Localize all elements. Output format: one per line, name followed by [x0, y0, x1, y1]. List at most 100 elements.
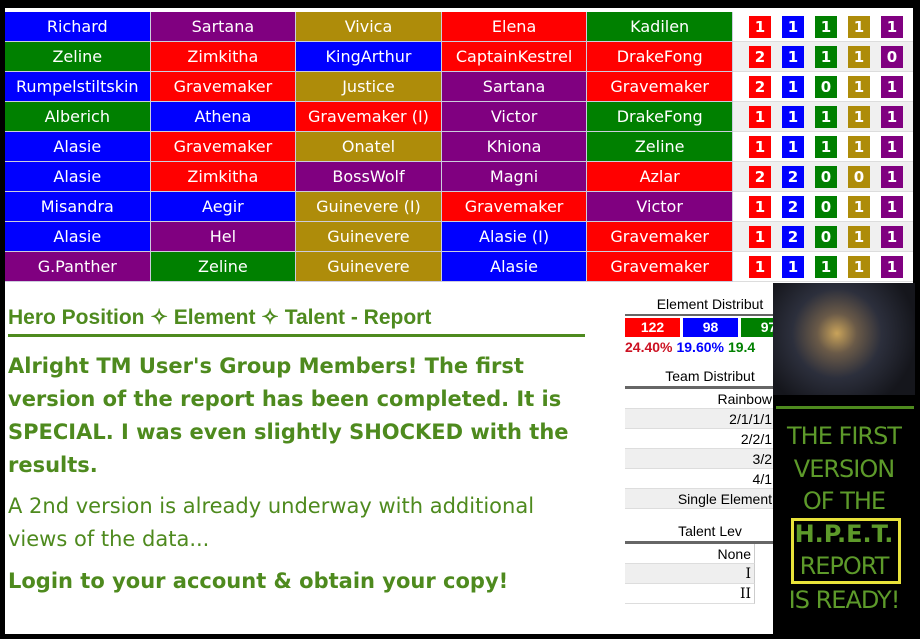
- hero-cell: Kadilen: [587, 12, 733, 41]
- element-count-badge: 1: [881, 105, 903, 128]
- team-row: Richard Sartana Vivica Elena Kadilen: [5, 12, 733, 42]
- element-count-badge: 1: [749, 225, 771, 248]
- element-count-badge: 1: [782, 15, 804, 38]
- element-count-badge: 1: [881, 255, 903, 278]
- hero-cell: KingArthur: [296, 42, 442, 71]
- promo-line: OF THE: [802, 487, 886, 515]
- element-total-box: 98: [683, 318, 738, 337]
- count-row: 11111: [733, 132, 913, 162]
- table-row: Single Element: [625, 489, 775, 509]
- element-count-badge: 1: [881, 135, 903, 158]
- element-count-badge: 0: [815, 75, 837, 98]
- hero-cell: Justice: [296, 72, 442, 101]
- element-count-badge: 1: [782, 45, 804, 68]
- element-count-badge: 1: [848, 15, 870, 38]
- table-row: 4/1: [625, 469, 775, 489]
- intro-paragraph: Alright TM User's Group Members! The fir…: [8, 354, 569, 477]
- table-row: 2/2/1: [625, 429, 775, 449]
- element-count-badge: 1: [782, 135, 804, 158]
- element-count-badge: 1: [782, 255, 804, 278]
- promo-line: IS READY!: [788, 586, 901, 614]
- hero-cell: Gravemaker: [150, 72, 297, 101]
- element-count-badge: 1: [881, 225, 903, 248]
- count-row: 12011: [733, 192, 913, 222]
- promo-divider: [776, 406, 914, 409]
- element-count-badge: 1: [815, 255, 837, 278]
- promo-line-hpet: H.P.E.T.: [794, 520, 894, 548]
- hero-cell: Zeline: [5, 42, 151, 71]
- hero-cell: Victor: [441, 102, 588, 131]
- hero-cell: G.Panther: [5, 252, 151, 281]
- hero-cell: Alasie: [5, 162, 151, 191]
- hero-cell: Guinevere: [296, 222, 442, 251]
- hero-cell: Azlar: [587, 162, 733, 191]
- element-count-badge: 1: [749, 15, 771, 38]
- hero-cell: Vivica: [296, 12, 442, 41]
- promo-line: REPORT: [799, 552, 890, 580]
- team-row: Alasie Gravemaker Onatel Khiona Zeline: [5, 132, 733, 162]
- hero-cell: DrakeFong: [587, 42, 733, 71]
- element-total-box: 97: [741, 318, 775, 337]
- table-row: None: [625, 544, 755, 564]
- hero-cell: Alasie: [5, 222, 151, 251]
- count-row: 11111: [733, 12, 913, 42]
- hero-cell: Khiona: [441, 132, 588, 161]
- hero-cell: Gravemaker (I): [296, 102, 442, 131]
- hero-cell: Onatel: [296, 132, 442, 161]
- element-percent: 24.40%: [625, 339, 673, 355]
- element-count-badge: 1: [782, 105, 804, 128]
- team-row: Zeline Zimkitha KingArthur CaptainKestrel Dr…: [5, 42, 733, 72]
- count-row: 12011: [733, 222, 913, 252]
- team-row: Misandra Aegir Guinevere (I) Gravemaker Vict…: [5, 192, 733, 222]
- hero-cell: Gravemaker: [587, 222, 733, 251]
- element-count-badge: 0: [815, 195, 837, 218]
- table-row: 2/1/1/1: [625, 409, 775, 429]
- team-row: Alasie Zimkitha BossWolf Magni Azlar: [5, 162, 733, 192]
- count-row: 11111: [733, 252, 913, 282]
- report-title: Hero Position ✧ Element ✧ Talent - Repor…: [8, 305, 585, 337]
- hero-cell: Zimkitha: [150, 162, 297, 191]
- table-row: I: [625, 564, 755, 584]
- hero-cell: Sartana: [150, 12, 297, 41]
- hero-cell: Alasie: [441, 252, 588, 281]
- hero-cell: Zimkitha: [150, 42, 297, 71]
- element-count-badge: 1: [881, 165, 903, 188]
- hero-cell: Gravemaker: [441, 192, 588, 221]
- hero-artwork: [773, 283, 915, 395]
- team-distribution-heading: Team Distribut: [665, 368, 755, 384]
- hero-cell: Alberich: [5, 102, 151, 131]
- hero-cell: DrakeFong: [587, 102, 733, 131]
- hero-cell: Victor: [587, 192, 733, 221]
- element-count-badge: 0: [815, 165, 837, 188]
- element-count-badge: 1: [881, 195, 903, 218]
- element-count-badge: 2: [749, 45, 771, 68]
- element-count-badge: 1: [815, 15, 837, 38]
- talent-level-table: None I II: [625, 541, 775, 604]
- element-count-badge: 1: [749, 255, 771, 278]
- count-row: 21110: [733, 42, 913, 72]
- hero-cell: Zeline: [150, 252, 297, 281]
- hero-cell: Misandra: [5, 192, 151, 221]
- count-row: 22001: [733, 162, 913, 192]
- element-count-badge: 2: [782, 195, 804, 218]
- hero-cell: Gravemaker: [150, 132, 297, 161]
- element-count-badge: 2: [749, 75, 771, 98]
- login-call-to-action: Login to your account & obtain your copy…: [8, 569, 509, 593]
- version-note: A 2nd version is already underway with a…: [8, 494, 535, 551]
- hero-cell: Elena: [441, 12, 588, 41]
- element-count-badge: 1: [848, 195, 870, 218]
- element-count-badge: 1: [848, 45, 870, 68]
- element-count-badge: 2: [782, 225, 804, 248]
- element-count-badge: 0: [848, 165, 870, 188]
- element-count-badge: 0: [815, 225, 837, 248]
- element-distribution-boxes: 122 98 97: [625, 314, 775, 337]
- element-total-box: 122: [625, 318, 680, 337]
- count-row: 11111: [733, 102, 913, 132]
- element-count-badge: 1: [881, 15, 903, 38]
- promo-line: VERSION: [793, 455, 895, 483]
- team-row: Alberich Athena Gravemaker (I) Victor DrakeF…: [5, 102, 733, 132]
- element-count-badge: 1: [749, 105, 771, 128]
- hero-cell: Aegir: [150, 192, 297, 221]
- team-row: G.Panther Zeline Guinevere Alasie Gravemaker: [5, 252, 733, 282]
- team-row: Alasie Hel Guinevere Alasie (I) Gravemaker: [5, 222, 733, 252]
